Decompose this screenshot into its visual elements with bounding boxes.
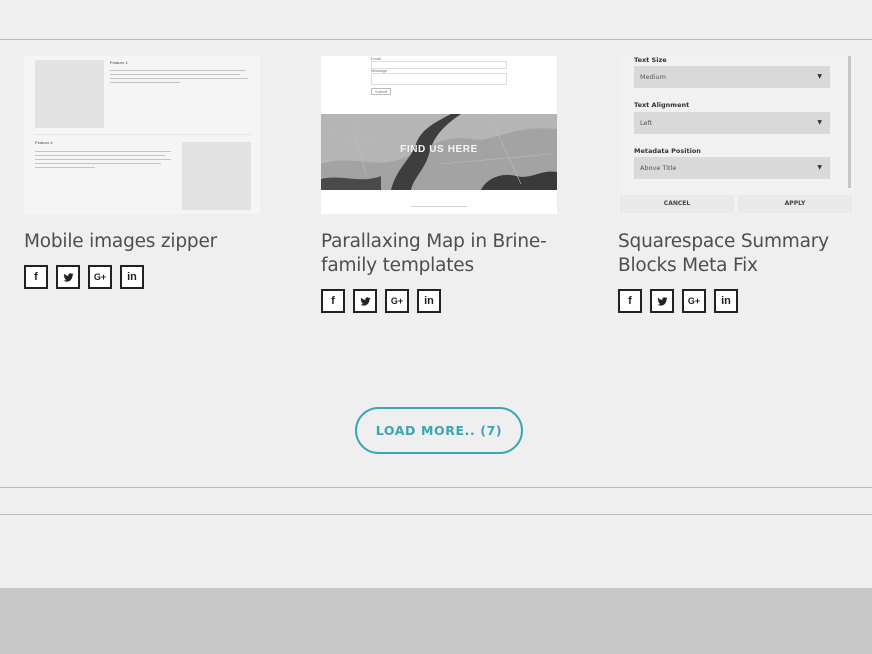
post-thumbnail[interactable]: Email Message Submit FIND US HERE <box>321 56 557 214</box>
post-title[interactable]: Mobile images zipper <box>24 230 260 254</box>
map-overlay-text: FIND US HERE <box>400 144 478 155</box>
top-divider <box>0 39 872 40</box>
section-divider <box>0 487 872 488</box>
post-card-summary-blocks-meta-fix: Text Size Medium ▼ Text Alignment Left ▼ M… <box>618 56 854 313</box>
post-card-mobile-images-zipper: Feature 1 Feature 2 Mobile images zipper… <box>24 56 260 289</box>
share-buttons: f G+ in <box>24 265 260 289</box>
google-plus-icon[interactable]: G+ <box>682 289 706 313</box>
linkedin-icon[interactable]: in <box>120 265 144 289</box>
image-placeholder <box>182 142 251 210</box>
post-title[interactable]: Squarespace Summary Blocks Meta Fix <box>618 230 854 278</box>
share-buttons: f G+ in <box>321 289 557 313</box>
post-title[interactable]: Parallaxing Map in Brine-family template… <box>321 230 557 278</box>
thumb-feature-1: Feature 1 <box>110 60 128 65</box>
section-divider <box>0 514 872 515</box>
thumb-text-size-label: Text Size <box>634 56 667 64</box>
load-more-count: (7) <box>480 423 503 438</box>
thumb-metadata-position-label: Metadata Position <box>634 147 701 155</box>
thumb-text-size-select: Medium ▼ <box>634 66 830 88</box>
google-plus-icon[interactable]: G+ <box>385 289 409 313</box>
thumb-text-alignment-label: Text Alignment <box>634 101 690 109</box>
linkedin-icon[interactable]: in <box>417 289 441 313</box>
footer <box>0 588 872 654</box>
twitter-icon[interactable] <box>353 289 377 313</box>
thumb-text-alignment-select: Left ▼ <box>634 112 830 134</box>
linkedin-icon[interactable]: in <box>714 289 738 313</box>
load-more-button[interactable]: LOAD MORE.. (7) <box>355 407 523 454</box>
thumb-cancel-button: CANCEL <box>620 195 734 213</box>
facebook-icon[interactable]: f <box>618 289 642 313</box>
facebook-icon[interactable]: f <box>24 265 48 289</box>
google-plus-icon[interactable]: G+ <box>88 265 112 289</box>
share-buttons: f G+ in <box>618 289 854 313</box>
thumb-submit-button: Submit <box>371 88 392 95</box>
scrollbar <box>848 56 851 188</box>
post-card-parallaxing-map: Email Message Submit FIND US HERE Parall… <box>321 56 557 313</box>
post-thumbnail[interactable]: Text Size Medium ▼ Text Alignment Left ▼ M… <box>618 56 854 214</box>
thumb-metadata-position-select: Above Title ▼ <box>634 157 830 179</box>
twitter-icon[interactable] <box>650 289 674 313</box>
twitter-icon[interactable] <box>56 265 80 289</box>
facebook-icon[interactable]: f <box>321 289 345 313</box>
thumb-feature-2: Feature 2 <box>35 140 53 145</box>
image-placeholder <box>35 60 104 128</box>
post-thumbnail[interactable]: Feature 1 Feature 2 <box>24 56 260 214</box>
thumb-apply-button: APPLY <box>738 195 852 213</box>
load-more-label: LOAD MORE.. <box>375 423 476 438</box>
